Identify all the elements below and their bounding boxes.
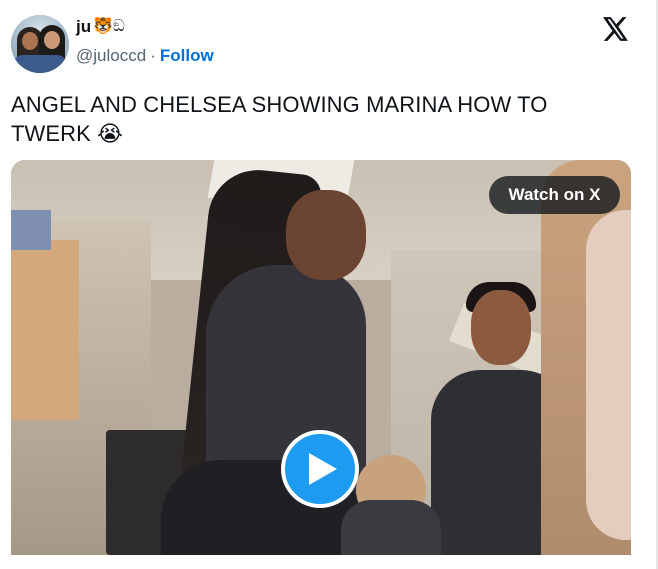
follow-button[interactable]: Follow <box>160 46 214 66</box>
watch-on-x-button[interactable]: Watch on X <box>489 176 620 214</box>
separator-dot: · <box>150 46 156 65</box>
x-logo-icon[interactable] <box>603 17 629 41</box>
author-name-row[interactable]: ju 🐯ඞ <box>76 17 125 37</box>
avatar[interactable] <box>11 15 69 73</box>
name-emojis: 🐯ඞ <box>93 18 125 35</box>
play-icon <box>309 453 337 485</box>
tweet-text: ANGEL AND CHELSEA SHOWING MARINA HOW TO … <box>11 92 548 146</box>
video-player[interactable]: Watch on X <box>11 160 631 555</box>
display-name[interactable]: ju <box>76 17 91 37</box>
user-handle[interactable]: @juloccd <box>76 46 146 66</box>
tweet-embed-card: ju 🐯ඞ @juloccd · Follow ANGEL AND CHELSE… <box>0 0 658 569</box>
handle-row: @juloccd · Follow <box>76 46 214 66</box>
play-button[interactable] <box>281 430 359 508</box>
